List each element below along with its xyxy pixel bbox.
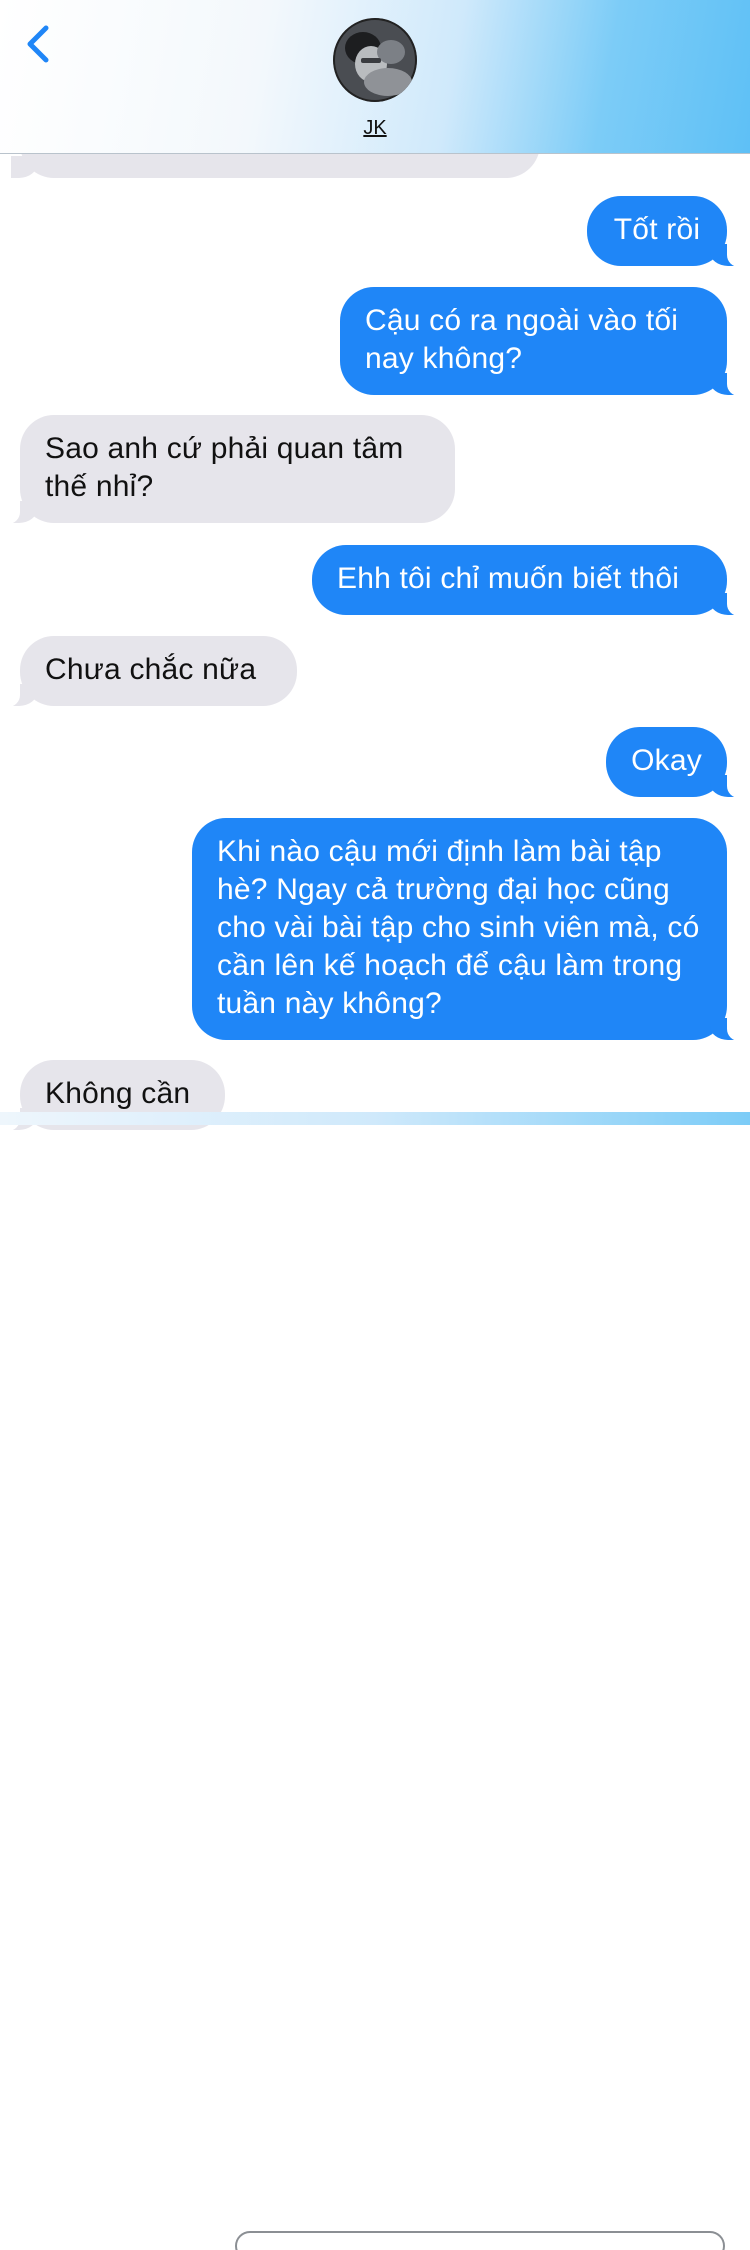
message-thread: Tốt rồi Cậu có ra ngoài vào tối nay khôn…: [0, 0, 750, 1131]
contact-name[interactable]: JK: [325, 117, 425, 140]
message-bubble-sent[interactable]: Tốt rồi: [587, 196, 749, 267]
chevron-left-icon: [27, 25, 49, 63]
message-text: Sao anh cứ phải quan tâm thế nhỉ?: [45, 432, 404, 503]
message-bubble-sent[interactable]: Ehh tôi chỉ muốn biết thôi: [312, 545, 749, 616]
message-bubble-sent[interactable]: Okay: [606, 727, 749, 798]
message-input[interactable]: [235, 2231, 725, 2250]
message-text: Khi nào cậu mới định làm bài tập hè? Nga…: [217, 835, 700, 1020]
avatar-photo: [333, 18, 417, 102]
contact-avatar[interactable]: [333, 18, 417, 102]
compose-bar: [0, 1112, 750, 2250]
back-button[interactable]: [22, 22, 62, 68]
message-text: Cậu có ra ngoài vào tối nay không?: [365, 304, 679, 375]
message-text: Không cần: [45, 1077, 191, 1110]
conversation-header: JK: [0, 0, 750, 154]
message-bubble-sent[interactable]: Cậu có ra ngoài vào tối nay không?: [340, 287, 749, 396]
message-text: Chưa chắc nữa: [45, 653, 257, 686]
message-text: Okay: [631, 744, 702, 777]
message-text: Tốt rồi: [613, 213, 701, 246]
message-bubble-received[interactable]: Chưa chắc nữa: [0, 636, 297, 707]
message-text: Ehh tôi chỉ muốn biết thôi: [337, 562, 680, 595]
message-bubble-received[interactable]: Sao anh cứ phải quan tâm thế nhỉ?: [0, 415, 455, 524]
message-bubble-sent[interactable]: Khi nào cậu mới định làm bài tập hè? Nga…: [192, 818, 749, 1041]
